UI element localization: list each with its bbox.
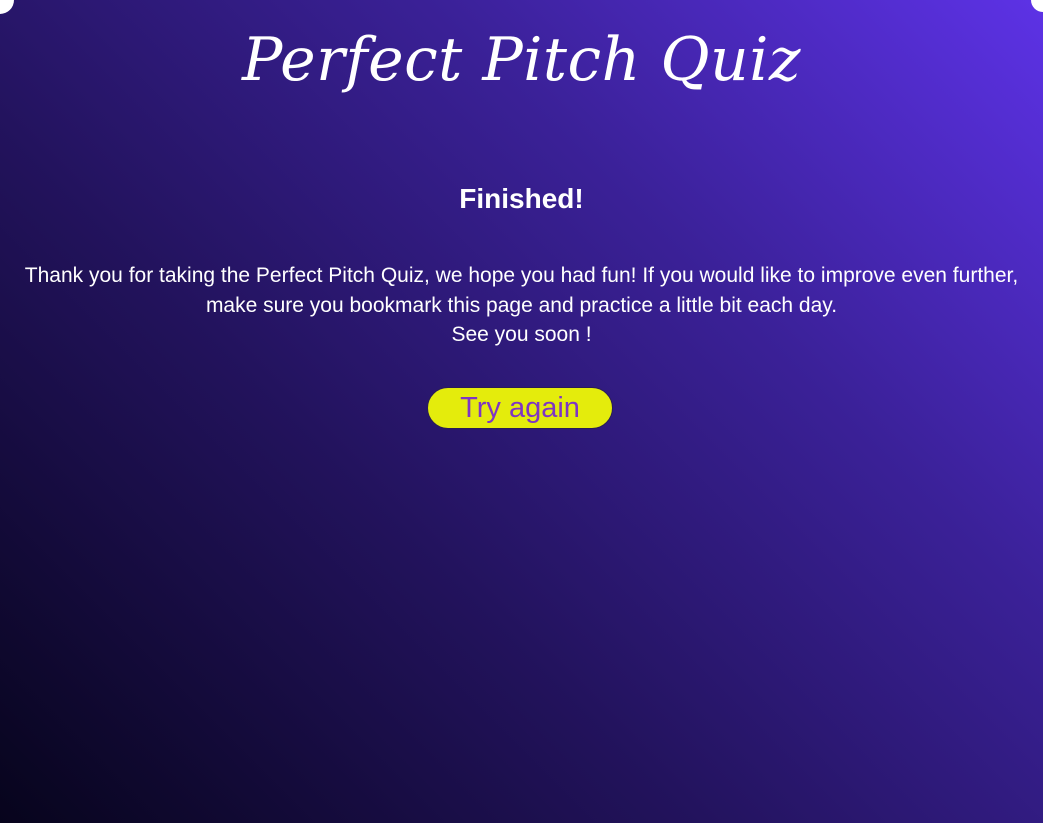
thank-you-message: Thank you for taking the Perfect Pitch Q…: [24, 264, 1019, 317]
quiz-finished-page: Perfect Pitch Quiz Finished! Thank you f…: [0, 0, 1043, 823]
app-title: Perfect Pitch Quiz: [242, 25, 801, 95]
see-you-soon-message: See you soon !: [451, 323, 592, 346]
finished-heading: Finished!: [459, 183, 584, 214]
completion-message: Thank you for taking the Perfect Pitch Q…: [12, 261, 1031, 350]
try-again-button[interactable]: Try again: [427, 387, 613, 429]
